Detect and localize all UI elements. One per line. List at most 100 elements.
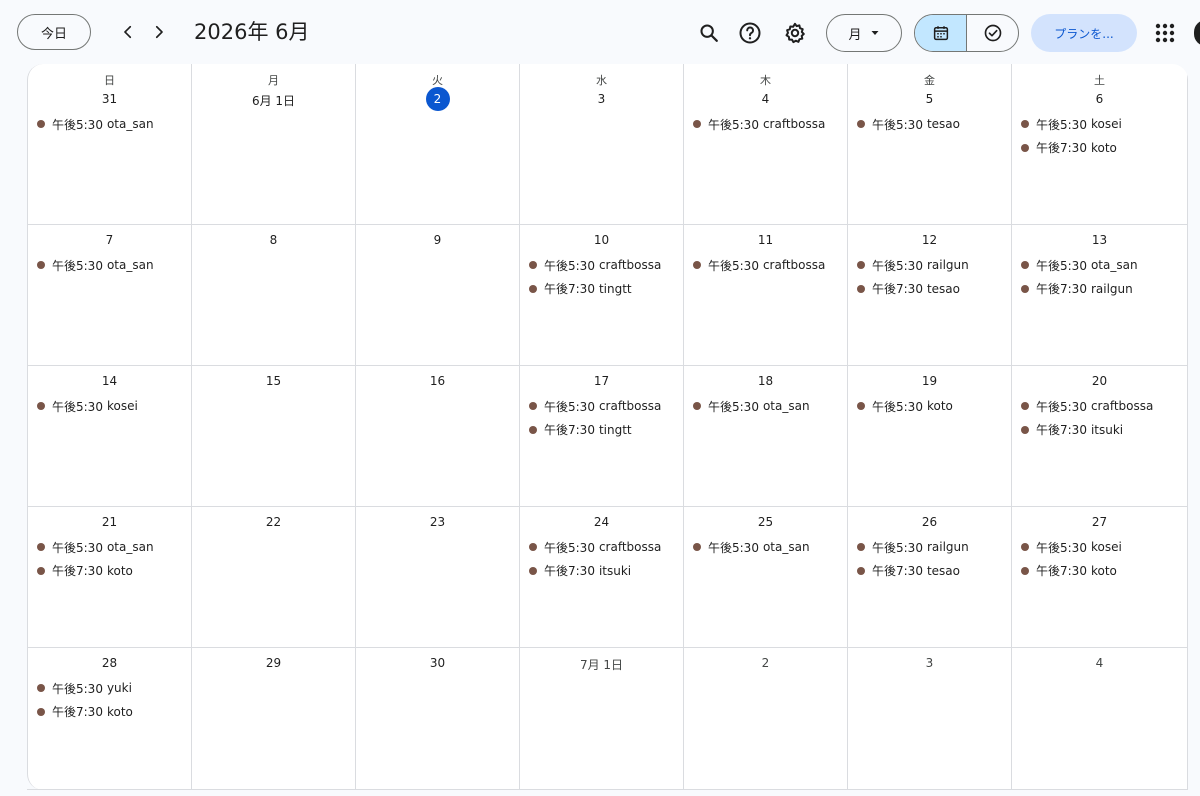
date-number[interactable]: 25 [684,515,847,529]
event-chip[interactable]: 午後7:30 itsuki [529,561,679,581]
event-chip[interactable]: 午後5:30 craftbossa [693,114,843,134]
day-cell[interactable]: 16 [356,366,520,507]
event-chip[interactable]: 午後7:30 itsuki [1021,420,1183,440]
help-button[interactable] [733,16,767,50]
account-avatar[interactable] [1194,20,1200,46]
event-chip[interactable]: 午後7:30 tingtt [529,279,679,299]
today-date-number[interactable]: 2 [356,87,519,111]
date-number[interactable]: 22 [192,515,355,529]
day-cell[interactable]: 21 午後5:30 ota_san 午後7:30 koto [28,507,192,648]
event-chip[interactable]: 午後5:30 tesao [857,114,1007,134]
event-chip[interactable]: 午後7:30 koto [1021,138,1183,158]
day-cell[interactable]: 30 [356,648,520,790]
day-cell[interactable]: 17 午後5:30 craftbossa 午後7:30 tingtt [520,366,684,507]
date-number[interactable]: 20 [1012,374,1187,388]
search-button[interactable] [692,16,726,50]
day-cell[interactable]: 日 31 午後5:30 ota_san [28,64,192,225]
day-cell[interactable]: 26 午後5:30 railgun 午後7:30 tesao [848,507,1012,648]
date-number[interactable]: 6 [1012,92,1187,106]
previous-month-button[interactable] [113,17,143,47]
date-number[interactable]: 29 [192,656,355,670]
day-cell[interactable]: 19 午後5:30 koto [848,366,1012,507]
event-chip[interactable]: 午後5:30 craftbossa [529,396,679,416]
event-chip[interactable]: 午後7:30 koto [1021,561,1183,581]
today-button[interactable]: 今日 [17,14,91,50]
event-chip[interactable]: 午後7:30 tesao [857,561,1007,581]
view-selector[interactable]: 月 [826,14,902,52]
date-number[interactable]: 5 [848,92,1011,106]
date-number[interactable]: 13 [1012,233,1187,247]
date-number[interactable]: 21 [28,515,191,529]
date-number[interactable]: 26 [848,515,1011,529]
date-number[interactable]: 31 [28,92,191,106]
plan-button[interactable]: プランを... [1031,14,1137,52]
day-cell[interactable]: 9 [356,225,520,366]
day-cell[interactable]: 18 午後5:30 ota_san [684,366,848,507]
day-cell[interactable]: 10 午後5:30 craftbossa 午後7:30 tingtt [520,225,684,366]
date-number[interactable]: 12 [848,233,1011,247]
day-cell[interactable]: 2 [684,648,848,790]
date-number[interactable]: 30 [356,656,519,670]
date-number[interactable]: 14 [28,374,191,388]
settings-button[interactable] [778,16,812,50]
date-number[interactable]: 2 [684,656,847,670]
apps-button[interactable] [1154,22,1176,44]
day-cell[interactable]: 23 [356,507,520,648]
event-chip[interactable]: 午後5:30 ota_san [37,114,187,134]
date-number[interactable]: 15 [192,374,355,388]
event-chip[interactable]: 午後7:30 koto [37,561,187,581]
day-cell[interactable]: 12 午後5:30 railgun 午後7:30 tesao [848,225,1012,366]
day-cell[interactable]: 土 6 午後5:30 kosei 午後7:30 koto [1012,64,1188,225]
date-number[interactable]: 4 [1012,656,1187,670]
day-cell[interactable]: 水3 [520,64,684,225]
date-number[interactable]: 11 [684,233,847,247]
day-cell[interactable]: 3 [848,648,1012,790]
event-chip[interactable]: 午後5:30 craftbossa [529,255,679,275]
event-chip[interactable]: 午後5:30 yuki [37,678,187,698]
day-cell[interactable]: 25 午後5:30 ota_san [684,507,848,648]
event-chip[interactable]: 午後5:30 kosei [37,396,187,416]
date-number[interactable]: 9 [356,233,519,247]
day-cell[interactable]: 15 [192,366,356,507]
calendar-view-toggle[interactable] [915,15,967,51]
day-cell[interactable]: 27 午後5:30 kosei 午後7:30 koto [1012,507,1188,648]
event-chip[interactable]: 午後7:30 tingtt [529,420,679,440]
day-cell[interactable]: 14 午後5:30 kosei [28,366,192,507]
event-chip[interactable]: 午後5:30 ota_san [693,537,843,557]
event-chip[interactable]: 午後5:30 kosei [1021,114,1183,134]
event-chip[interactable]: 午後5:30 railgun [857,537,1007,557]
day-cell[interactable]: 13 午後5:30 ota_san 午後7:30 railgun [1012,225,1188,366]
day-cell[interactable]: 24 午後5:30 craftbossa 午後7:30 itsuki [520,507,684,648]
day-cell[interactable]: 22 [192,507,356,648]
day-cell[interactable]: 29 [192,648,356,790]
day-cell[interactable]: 8 [192,225,356,366]
date-number[interactable]: 6月 1日 [192,92,355,109]
day-cell[interactable]: 火2 [356,64,520,225]
day-cell[interactable]: 11 午後5:30 craftbossa [684,225,848,366]
event-chip[interactable]: 午後5:30 craftbossa [1021,396,1183,416]
date-number[interactable]: 16 [356,374,519,388]
event-chip[interactable]: 午後7:30 railgun [1021,279,1183,299]
event-chip[interactable]: 午後5:30 ota_san [37,255,187,275]
event-chip[interactable]: 午後7:30 koto [37,702,187,722]
event-chip[interactable]: 午後7:30 tesao [857,279,1007,299]
event-chip[interactable]: 午後5:30 ota_san [37,537,187,557]
date-number[interactable]: 3 [848,656,1011,670]
date-number[interactable]: 8 [192,233,355,247]
day-cell[interactable]: 28 午後5:30 yuki 午後7:30 koto [28,648,192,790]
event-chip[interactable]: 午後5:30 koto [857,396,1007,416]
next-month-button[interactable] [144,17,174,47]
date-number[interactable]: 3 [520,92,683,106]
event-chip[interactable]: 午後5:30 ota_san [1021,255,1183,275]
day-cell[interactable]: 7月 1日 [520,648,684,790]
date-number[interactable]: 27 [1012,515,1187,529]
day-cell[interactable]: 20 午後5:30 craftbossa 午後7:30 itsuki [1012,366,1188,507]
day-cell[interactable]: 木 4 午後5:30 craftbossa [684,64,848,225]
day-cell[interactable]: 4 [1012,648,1188,790]
day-cell[interactable]: 7 午後5:30 ota_san [28,225,192,366]
day-cell[interactable]: 月 6月 1日 [192,64,356,225]
event-chip[interactable]: 午後5:30 ota_san [693,396,843,416]
date-number[interactable]: 10 [520,233,683,247]
date-number[interactable]: 18 [684,374,847,388]
event-chip[interactable]: 午後5:30 craftbossa [693,255,843,275]
